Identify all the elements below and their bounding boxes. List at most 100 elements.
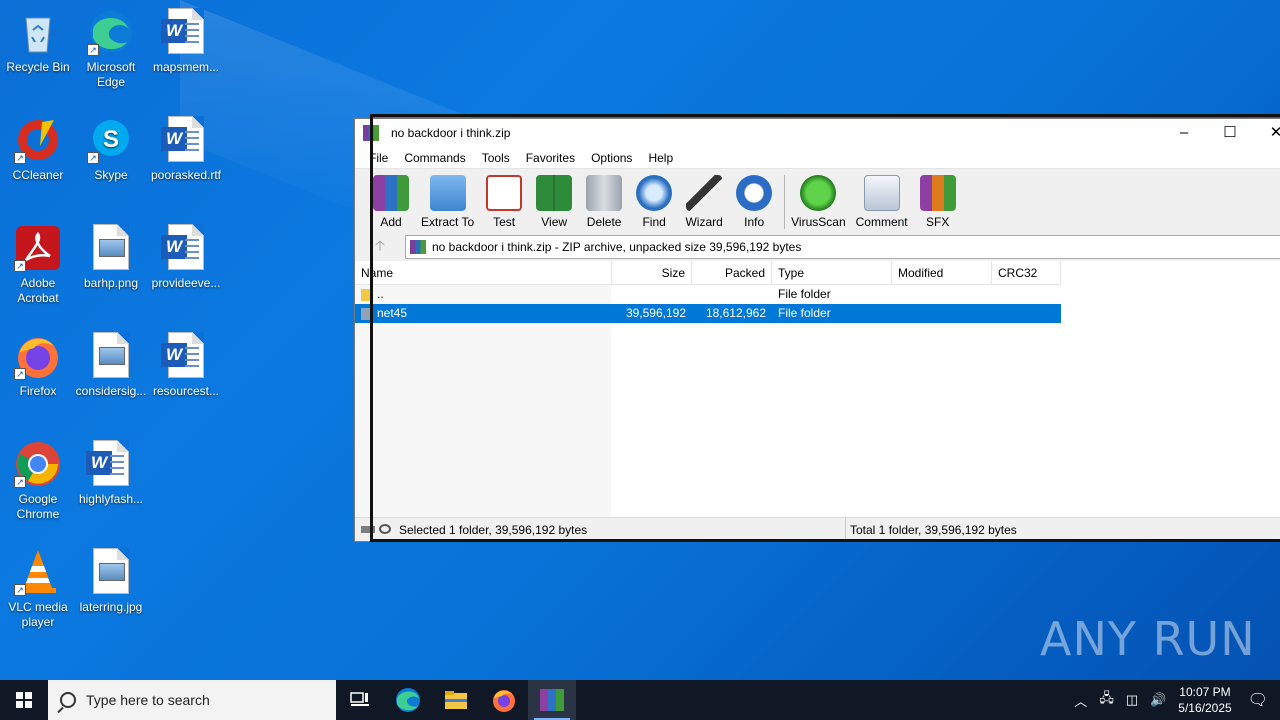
folder-extract-icon [429, 175, 466, 211]
row-crc [992, 285, 1061, 304]
find-button[interactable]: Find [634, 175, 674, 229]
up-arrow-icon[interactable]: 🡡 [355, 235, 405, 259]
shortcut-arrow-icon: ↗ [14, 260, 26, 272]
chevron-up-icon[interactable]: ︿ [1074, 691, 1087, 710]
desktop-icon-firefox[interactable]: ↗ Firefox [0, 332, 76, 399]
book-view-icon [536, 175, 573, 211]
taskbar: Type here to search ︿ 🖧 ◫ 🔊 10:07 PM 5/1… [0, 680, 1280, 720]
add-button[interactable]: Add [371, 175, 411, 229]
clipboard-check-icon [486, 175, 523, 211]
desktop-icon-provideeve[interactable]: W provideeve... [148, 224, 224, 291]
minimize-button[interactable]: – [1161, 119, 1207, 147]
window-title: no backdoor i think.zip [391, 126, 511, 140]
row-modified [892, 304, 992, 323]
desktop-icon-microsoft-edge[interactable]: ↗ Microsoft Edge [73, 8, 149, 90]
desktop-icon-label: considersig... [75, 384, 147, 398]
windows-logo-icon [16, 692, 32, 708]
row-type: File folder [778, 306, 831, 320]
delete-button[interactable]: Delete [584, 175, 624, 229]
desktop-icon-recycle-bin[interactable]: Recycle Bin [0, 8, 76, 75]
vlc-cone-icon: ↗ [14, 548, 62, 596]
column-header-size[interactable]: Size [612, 261, 692, 284]
desktop-icon-label: laterring.jpg [79, 600, 143, 614]
desktop-icon-google-chrome[interactable]: ↗ Google Chrome [0, 440, 76, 522]
menu-tools[interactable]: Tools [474, 151, 518, 165]
key-icon [379, 524, 391, 534]
sfx-archive-icon [919, 175, 956, 211]
taskbar-edge[interactable] [384, 680, 432, 720]
task-view-button[interactable] [336, 680, 384, 720]
extract-to-button[interactable]: Extract To [421, 175, 474, 229]
table-row[interactable]: net45 39,596,192 18,612,962 File folder [355, 304, 1061, 323]
menu-favorites[interactable]: Favorites [518, 151, 583, 165]
maximize-button[interactable]: ☐ [1207, 119, 1253, 147]
desktop-icon-highlyfash[interactable]: W highlyfash... [73, 440, 149, 507]
desktop-icon-label: Google Chrome [16, 492, 60, 521]
menu-file[interactable]: File [361, 151, 396, 165]
taskbar-search-box[interactable]: Type here to search [48, 680, 336, 720]
title-bar[interactable]: no backdoor i think.zip – ☐ ✕ [355, 119, 1280, 147]
menu-bar: File Commands Tools Favorites Options He… [355, 147, 1280, 169]
column-header-name[interactable]: Name [355, 261, 612, 284]
column-header-type[interactable]: Type [772, 261, 892, 284]
desktop-icon-adobe-acrobat[interactable]: ↗ Adobe Acrobat [0, 224, 76, 306]
word-document-icon: W [161, 8, 210, 56]
sfx-button[interactable]: SFX [918, 175, 958, 229]
desktop-icon-skype[interactable]: S ↗ Skype [73, 116, 149, 183]
word-document-icon: W [161, 116, 210, 164]
taskbar-firefox[interactable] [480, 680, 528, 720]
virus-bug-icon [800, 175, 837, 211]
taskbar-winrar[interactable] [528, 680, 576, 720]
desktop-icon-considersig[interactable]: considersig... [73, 332, 149, 399]
info-button[interactable]: Info [734, 175, 774, 229]
row-name: net45 [355, 304, 612, 323]
row-modified [892, 285, 992, 304]
anyrun-watermark: ANY RUN [1040, 612, 1256, 666]
network-status-icon[interactable]: 🖧 [1099, 689, 1114, 711]
recycle-bin-icon [14, 8, 62, 56]
winrar-icon [540, 689, 564, 711]
word-document-icon: W [161, 224, 210, 272]
menu-options[interactable]: Options [583, 151, 640, 165]
archive-icon [410, 240, 426, 254]
chrome-icon: ↗ [14, 440, 62, 488]
close-button[interactable]: ✕ [1253, 119, 1280, 147]
edge-icon [396, 688, 420, 712]
desktop-icon-vlc[interactable]: ↗ VLC media player [0, 548, 76, 630]
column-header-modified[interactable]: Modified [892, 261, 992, 284]
table-row[interactable]: .. File folder [355, 285, 1061, 304]
folder-up-icon [361, 288, 371, 301]
notification-icon[interactable]: 🗨 [1248, 690, 1268, 710]
magnifier-icon [636, 175, 673, 211]
column-header-crc32[interactable]: CRC32 [992, 261, 1061, 284]
test-button[interactable]: Test [484, 175, 524, 229]
clock-date: 5/16/2025 [1178, 701, 1232, 715]
image-file-icon [87, 224, 135, 272]
address-field[interactable]: no backdoor i think.zip - ZIP archive, u… [405, 235, 1280, 259]
desktop-icon-laterring-jpg[interactable]: laterring.jpg [73, 548, 149, 615]
desktop-icon-poorasked-rtf[interactable]: W poorasked.rtf [148, 116, 224, 183]
desktop-icon-barhp-png[interactable]: barhp.png [73, 224, 149, 291]
wifi-icon[interactable]: ◫ [1126, 692, 1138, 708]
skype-icon: S ↗ [87, 116, 135, 164]
taskbar-file-explorer[interactable] [432, 680, 480, 720]
virusscan-button[interactable]: VirusScan [791, 175, 846, 229]
comment-button[interactable]: Comment [856, 175, 908, 229]
desktop-icon-label: CCleaner [12, 168, 64, 182]
desktop-icon-ccleaner[interactable]: ↗ CCleaner [0, 116, 76, 183]
shortcut-arrow-icon: ↗ [14, 368, 26, 380]
clock[interactable]: 10:07 PM 5/16/2025 [1178, 684, 1231, 716]
menu-commands[interactable]: Commands [396, 151, 473, 165]
menu-help[interactable]: Help [640, 151, 681, 165]
image-file-icon [87, 548, 135, 596]
desktop-icon-resourcest[interactable]: W resourcest... [148, 332, 224, 399]
start-button[interactable] [0, 680, 48, 720]
view-button[interactable]: View [534, 175, 574, 229]
edge-icon: ↗ [87, 8, 135, 56]
volume-icon[interactable]: 🔊 [1150, 692, 1166, 708]
row-crc [992, 304, 1061, 323]
file-list[interactable]: Name Size Packed Type Modified CRC32 .. … [355, 261, 1280, 517]
desktop-icon-mapsmem[interactable]: W mapsmem... [148, 8, 224, 75]
column-header-packed[interactable]: Packed [692, 261, 772, 284]
wizard-button[interactable]: Wizard [684, 175, 724, 229]
